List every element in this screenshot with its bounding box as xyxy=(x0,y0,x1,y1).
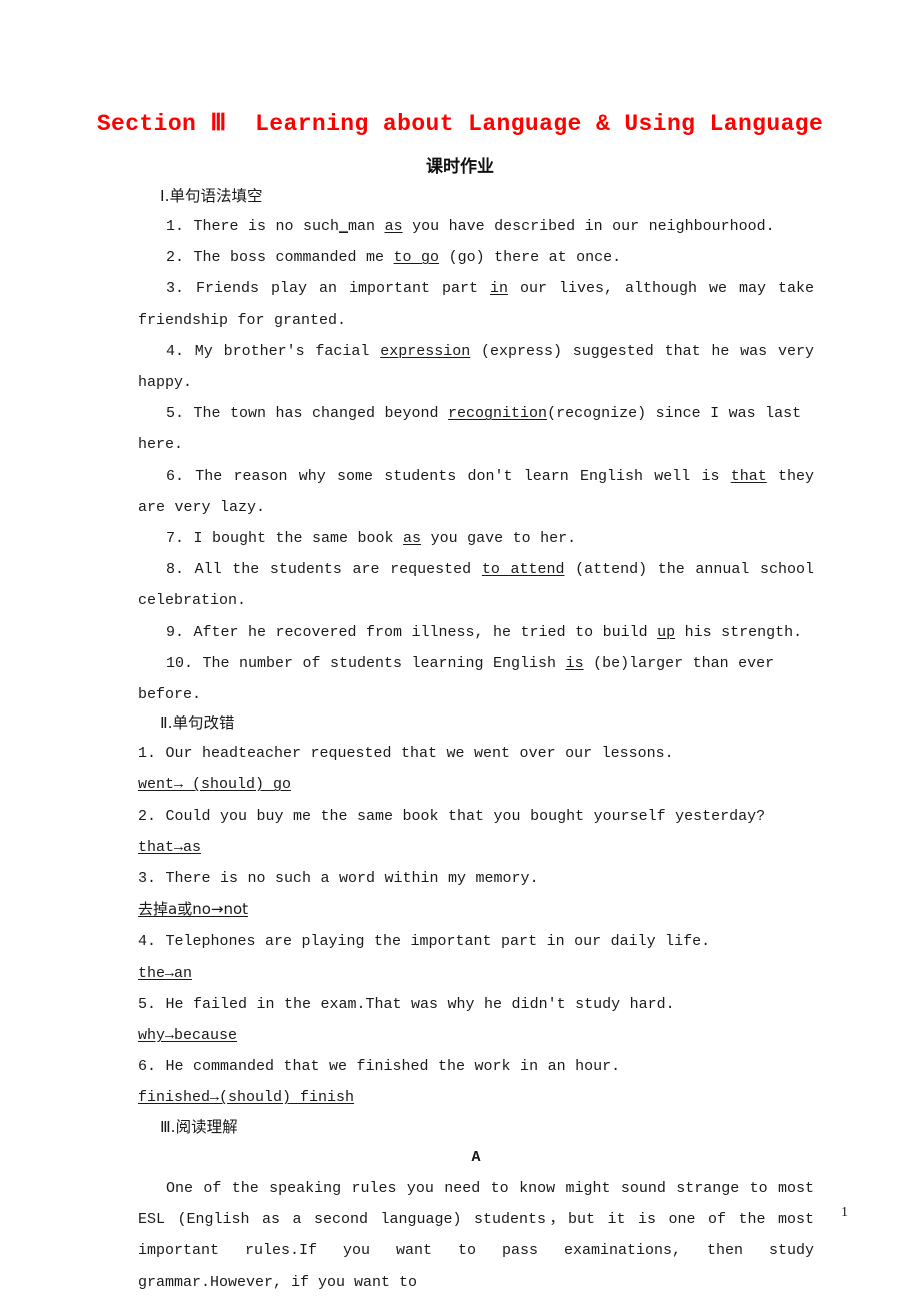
answer-blank: to go xyxy=(393,249,440,267)
error-correction-item: 1. Our headteacher requested that we wen… xyxy=(138,738,814,769)
correction-text: 去掉a或no→not xyxy=(138,900,249,919)
page-subtitle: 课时作业 xyxy=(426,157,494,177)
section-heading-two: Ⅱ.单句改错 xyxy=(160,714,235,733)
reading-passage: One of the speaking rules you need to kn… xyxy=(138,1179,814,1291)
correction-text: why→because xyxy=(138,1027,238,1045)
question-item: 3. Friends play an important part in our… xyxy=(138,273,814,335)
error-sentence: 3. There is no such a word within my mem… xyxy=(138,870,539,888)
question-text-tail: (go) there at once. xyxy=(439,249,622,267)
correction-text: finished→(should) finish xyxy=(138,1089,355,1107)
question-item: 8. All the students are requested to att… xyxy=(138,554,814,616)
question-text: 7. I bought the same book xyxy=(166,530,404,548)
question-item: 5. The town has changed beyond recogniti… xyxy=(138,398,814,460)
question-text-mid: man xyxy=(348,218,385,235)
page-number: 1 xyxy=(841,1205,848,1220)
answer-blank: as xyxy=(384,218,403,235)
error-sentence: 5. He failed in the exam.That was why he… xyxy=(138,995,675,1013)
question-text: 2. The boss commanded me xyxy=(166,249,394,267)
answer-blank: to attend xyxy=(481,561,565,579)
error-correction-item: 2. Could you buy me the same book that y… xyxy=(138,801,814,863)
question-text-tail: you have described in our neighbourhood. xyxy=(402,218,775,235)
correction-text: the→an xyxy=(138,964,193,982)
section-heading-one: Ⅰ.单句语法填空 xyxy=(160,187,263,205)
question-text: 3. Friends play an important part xyxy=(166,280,490,298)
question-text: 4. My brother's facial xyxy=(166,342,381,360)
worksheet-page: Section Ⅲ Learning about Language & Usin… xyxy=(0,0,920,1302)
answer-blank: in xyxy=(490,280,509,298)
question-text: 8. All the students are requested xyxy=(166,561,482,579)
answer-blank: expression xyxy=(380,342,471,360)
question-text: 1. There is no such xyxy=(166,218,340,235)
answer-blank: up xyxy=(657,623,676,641)
correction-text: that→as xyxy=(138,838,202,856)
answer-blank: is xyxy=(565,654,584,672)
answer-blank: that xyxy=(730,467,767,485)
question-item: 1. There is no such_man as you have desc… xyxy=(138,211,814,242)
correction-answer: went→ (should) go xyxy=(138,769,814,800)
error-correction-item: 3. There is no such a word within my mem… xyxy=(138,863,814,894)
correction-text: went→ (should) go xyxy=(138,776,292,794)
question-item: 9. After he recovered from illness, he t… xyxy=(138,617,814,648)
correction-answer: finished→(should) finish xyxy=(138,1082,814,1113)
correction-answer: 去掉a或no→not xyxy=(138,894,814,926)
question-text-tail: you gave to her. xyxy=(421,530,577,548)
error-sentence: 1. Our headteacher requested that we wen… xyxy=(138,745,674,763)
passage-label: A xyxy=(471,1148,481,1166)
question-text: 9. After he recovered from illness, he t… xyxy=(166,623,658,641)
question-item: 2. The boss commanded me to go (go) ther… xyxy=(138,242,814,273)
question-item: 7. I bought the same book as you gave to… xyxy=(138,523,814,554)
question-item: 6. The reason why some students don't le… xyxy=(138,461,814,523)
question-text: 10. The number of students learning Engl… xyxy=(166,654,566,672)
section-heading-three: Ⅲ.阅读理解 xyxy=(160,1117,238,1136)
answer-blank: recognition xyxy=(448,405,548,423)
answer-blank: as xyxy=(403,530,422,548)
error-correction-item: 6. He commanded that we finished the wor… xyxy=(138,1051,814,1082)
worksheet-content: Ⅰ.单句语法填空 1. There is no such_man as you … xyxy=(138,183,814,1298)
question-item: 4. My brother's facial expression (expre… xyxy=(138,336,814,398)
question-text-tail: his strength. xyxy=(675,623,803,641)
error-correction-item: 4. Telephones are playing the important … xyxy=(138,926,814,957)
error-sentence: 6. He commanded that we finished the wor… xyxy=(138,1058,621,1076)
correction-answer: the→an xyxy=(138,958,814,989)
question-text: 6. The reason why some students don't le… xyxy=(166,467,731,485)
error-sentence: 4. Telephones are playing the important … xyxy=(138,933,711,951)
error-correction-item: 5. He failed in the exam.That was why he… xyxy=(138,989,814,1020)
inline-blank-joiner: _ xyxy=(339,218,349,235)
error-sentence: 2. Could you buy me the same book that y… xyxy=(138,807,766,825)
question-item: 10. The number of students learning Engl… xyxy=(138,648,814,710)
correction-answer: why→because xyxy=(138,1020,814,1051)
page-title: Section Ⅲ Learning about Language & Usin… xyxy=(96,111,824,137)
question-text: 5. The town has changed beyond xyxy=(166,405,449,423)
